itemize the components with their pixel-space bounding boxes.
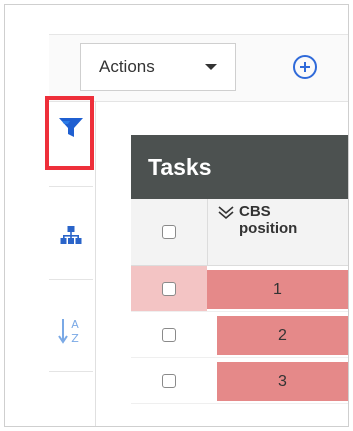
column-header-cbs[interactable]: CBS position (217, 203, 348, 237)
row-checkbox[interactable] (162, 327, 176, 342)
rail-divider (49, 371, 93, 372)
table-row[interactable]: 1 (131, 266, 348, 312)
row-checkbox[interactable] (162, 373, 176, 388)
column-label-cbs-line1: CBS (239, 203, 271, 220)
chevron-down-icon (205, 64, 217, 70)
plus-circle-icon (300, 62, 310, 72)
cbs-cell[interactable]: 1 (207, 270, 348, 309)
rail-divider (49, 186, 93, 187)
row-check-cell (131, 266, 207, 311)
cbs-cell[interactable]: 3 (217, 362, 348, 401)
select-all-cell (131, 199, 208, 265)
add-button[interactable] (293, 55, 317, 79)
select-all-checkbox[interactable] (162, 225, 176, 239)
row-check-cell (131, 358, 207, 403)
hierarchy-icon (60, 226, 82, 244)
row-checkbox[interactable] (162, 281, 176, 296)
filter-button[interactable] (49, 105, 93, 149)
sort-az-icon: A Z (58, 318, 79, 345)
grid-header: CBS position (131, 199, 348, 266)
svg-text:Z: Z (71, 332, 79, 345)
actions-dropdown[interactable]: Actions (80, 43, 236, 91)
app-frame: Actions A Z Tasks CBS position 1 2 3 (4, 4, 349, 427)
row-check-cell (131, 312, 207, 357)
side-rail: A Z (49, 101, 96, 426)
table-row[interactable]: 2 (131, 312, 348, 358)
sort-button[interactable]: A Z (49, 309, 93, 353)
cbs-cell[interactable]: 2 (217, 316, 348, 355)
rail-divider (49, 279, 93, 280)
double-chevron-down-icon[interactable] (217, 205, 235, 221)
tasks-grid: Tasks CBS position 1 2 3 (131, 135, 348, 426)
svg-text:A: A (71, 318, 79, 331)
filter-icon (59, 118, 83, 137)
hierarchy-button[interactable] (49, 213, 93, 257)
actions-label: Actions (99, 57, 155, 76)
grid-title: Tasks (131, 135, 348, 199)
table-row[interactable]: 3 (131, 358, 348, 404)
column-label-cbs-line2: position (239, 220, 298, 237)
toolbar: Actions (49, 35, 348, 102)
